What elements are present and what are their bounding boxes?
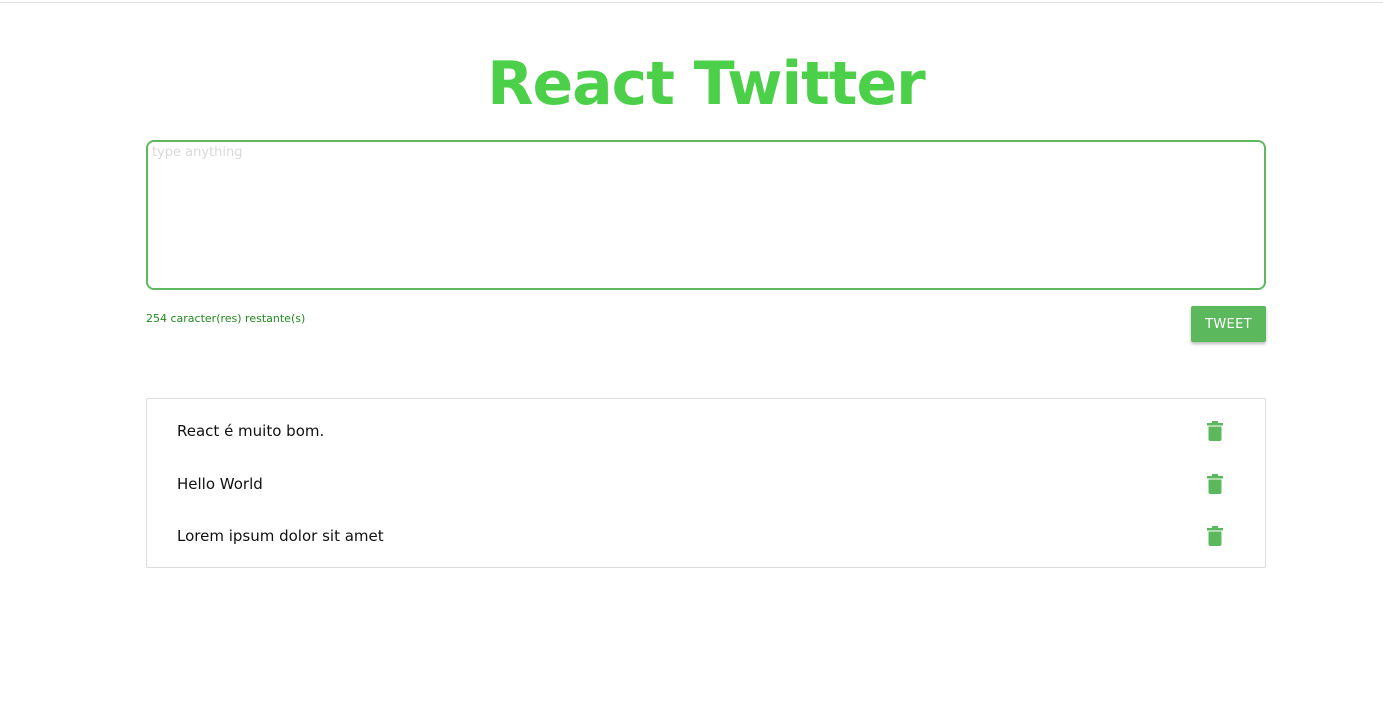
trash-icon — [1207, 421, 1223, 442]
list-item: Hello World — [147, 458, 1265, 511]
list-item: React é muito bom. — [147, 405, 1265, 458]
delete-tweet-button[interactable] — [1203, 524, 1227, 548]
delete-tweet-button[interactable] — [1203, 472, 1227, 496]
tweet-button[interactable]: TWEET — [1191, 306, 1266, 342]
tweet-text: Lorem ipsum dolor sit amet — [177, 527, 384, 546]
list-item: Lorem ipsum dolor sit amet — [147, 510, 1265, 563]
trash-icon — [1207, 526, 1223, 547]
page-title: React Twitter — [487, 49, 926, 119]
delete-tweet-button[interactable] — [1203, 419, 1227, 443]
tweet-text: Hello World — [177, 474, 263, 493]
tweet-input[interactable] — [146, 140, 1266, 290]
char-counter: 254 caracter(res) restante(s) — [146, 312, 306, 325]
trash-icon — [1207, 473, 1223, 494]
tweet-list: React é muito bom. Hello World Lorem ips… — [146, 398, 1266, 568]
tweet-text: React é muito bom. — [177, 422, 325, 441]
top-divider — [0, 2, 1383, 3]
